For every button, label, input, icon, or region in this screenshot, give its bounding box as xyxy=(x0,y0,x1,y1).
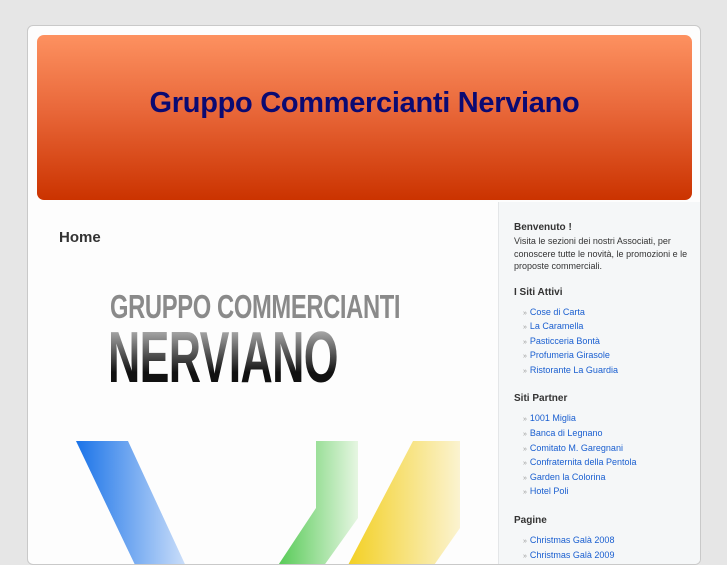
link-cose-di-carta[interactable]: Cose di Carta xyxy=(530,307,585,317)
logo-green-stripe xyxy=(278,441,358,564)
bullet-icon: » xyxy=(523,538,527,546)
bullet-icon: » xyxy=(523,309,527,317)
list-item: » Garden la Colorina xyxy=(523,470,700,485)
page-container: Gruppo Commercianti Nerviano Home GRUPPO… xyxy=(27,25,701,565)
link-ristorante-la-guardia[interactable]: Ristorante La Guardia xyxy=(530,365,618,375)
bullet-icon: » xyxy=(523,445,527,453)
bullet-icon: » xyxy=(523,489,527,497)
list-item: » Ristorante La Guardia xyxy=(523,363,700,378)
sidebar: Benvenuto ! Visita le sezioni dei nostri… xyxy=(498,202,700,564)
bullet-icon: » xyxy=(523,431,527,439)
bullet-icon: » xyxy=(523,552,527,560)
siti-partner-list: » 1001 Miglia » Banca di Legnano » Comitato… xyxy=(523,411,700,499)
list-item: » Confraternita della Pentola xyxy=(523,455,700,470)
list-item: » La Caramella xyxy=(523,319,700,334)
list-item: » Pasticceria Bontà xyxy=(523,334,700,349)
site-header: Gruppo Commercianti Nerviano xyxy=(37,35,692,200)
association-logo: GRUPPO COMMERCIANTI NERVIANO xyxy=(68,288,468,564)
bullet-icon: » xyxy=(523,416,527,424)
link-garden-la-colorina[interactable]: Garden la Colorina xyxy=(530,472,606,482)
list-item: » Christmas Galà 2009 xyxy=(523,548,700,563)
link-hotel-poli[interactable]: Hotel Poli xyxy=(530,486,569,496)
link-banca-di-legnano[interactable]: Banca di Legnano xyxy=(530,428,603,438)
link-la-caramella[interactable]: La Caramella xyxy=(530,321,584,331)
link-comitato-garegnani[interactable]: Comitato M. Garegnani xyxy=(530,443,623,453)
bullet-icon: » xyxy=(523,367,527,375)
link-confraternita-pentola[interactable]: Confraternita della Pentola xyxy=(530,457,637,467)
welcome-title: Benvenuto ! xyxy=(514,222,572,233)
list-item: » Christmas Galà 2008 xyxy=(523,533,700,548)
list-item: » Comitato M. Garegnani xyxy=(523,441,700,456)
bullet-icon: » xyxy=(523,324,527,332)
list-item: » Cose di Carta xyxy=(523,305,700,320)
site-title[interactable]: Gruppo Commercianti Nerviano xyxy=(37,87,692,120)
link-christmas-gala-2008[interactable]: Christmas Galà 2008 xyxy=(530,535,615,545)
pagine-list: » Christmas Galà 2008 » Christmas Galà 200… xyxy=(523,533,700,563)
page-title: Home xyxy=(59,229,101,246)
section-title-pagine: Pagine xyxy=(514,515,547,527)
logo-blue-stripe xyxy=(76,441,185,564)
bullet-icon: » xyxy=(523,353,527,361)
welcome-text: Visita le sezioni dei nostri Associati, … xyxy=(514,236,688,271)
main-content: Home GRUPPO COMMERCIANTI NERVIANO xyxy=(28,202,498,564)
section-title-siti-attivi: I Siti Attivi xyxy=(514,286,563,298)
link-1001-miglia[interactable]: 1001 Miglia xyxy=(530,413,576,423)
siti-attivi-list: » Cose di Carta » La Caramella » Pasticceri… xyxy=(523,305,700,378)
link-pasticceria-bonta[interactable]: Pasticceria Bontà xyxy=(530,336,600,346)
link-profumeria-girasole[interactable]: Profumeria Girasole xyxy=(530,350,610,360)
list-item: » Profumeria Girasole xyxy=(523,348,700,363)
link-christmas-gala-2009[interactable]: Christmas Galà 2009 xyxy=(530,550,615,560)
list-item: » 1001 Miglia xyxy=(523,411,700,426)
bullet-icon: » xyxy=(523,338,527,346)
section-title-siti-partner: Siti Partner xyxy=(514,393,568,405)
bullet-icon: » xyxy=(523,474,527,482)
list-item: » Hotel Poli xyxy=(523,484,700,499)
logo-v-shapes xyxy=(76,441,460,564)
bullet-icon: » xyxy=(523,460,527,468)
list-item: » Banca di Legnano xyxy=(523,426,700,441)
